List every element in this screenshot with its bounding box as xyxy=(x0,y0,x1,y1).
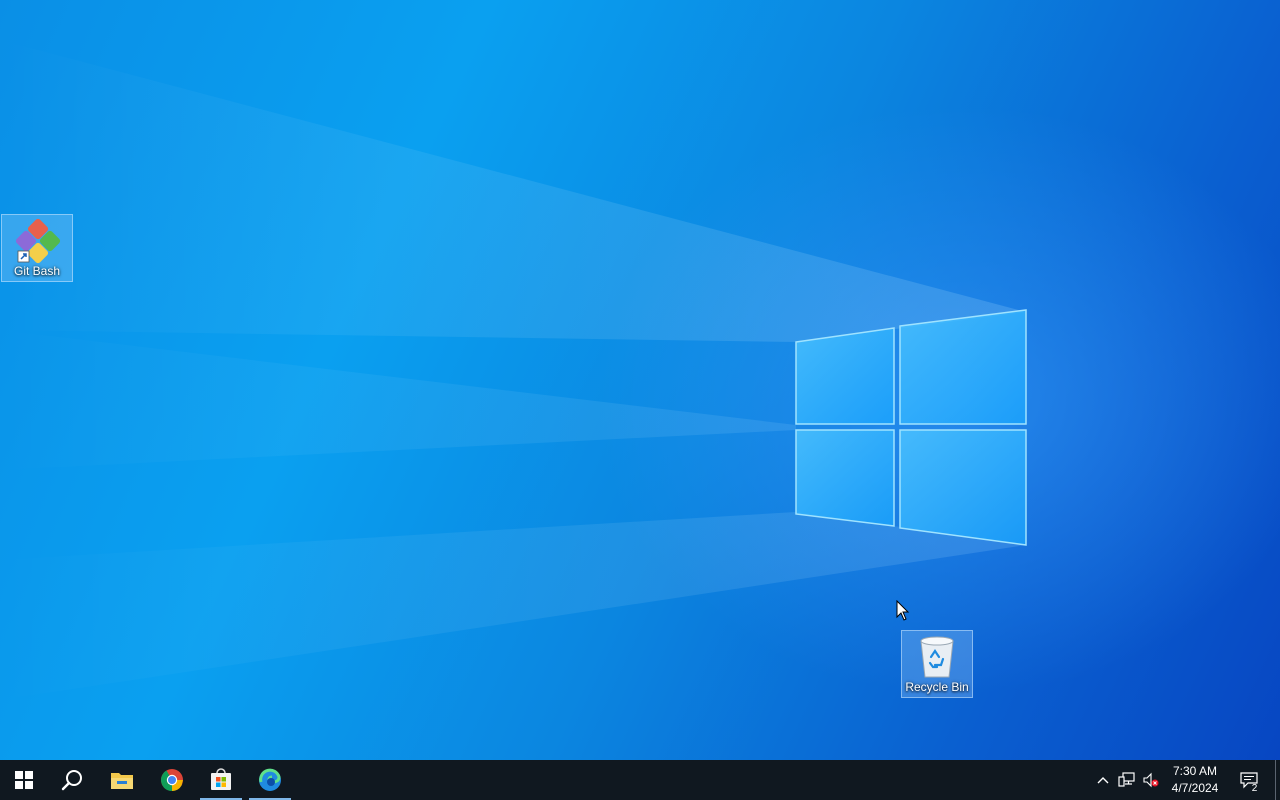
volume-button[interactable] xyxy=(1140,760,1162,800)
taskbar: 7:30 AM 4/7/2024 2 xyxy=(0,760,1280,800)
start-button[interactable] xyxy=(0,760,48,800)
search-icon xyxy=(61,770,82,791)
show-hidden-icons-button[interactable] xyxy=(1092,760,1114,800)
notification-count-badge: 2 xyxy=(1251,783,1258,794)
store-icon xyxy=(211,768,231,790)
taskbar-app-chrome[interactable] xyxy=(148,760,196,800)
desktop-icon-recycle-bin[interactable]: Recycle Bin xyxy=(901,630,973,698)
taskbar-app-file-explorer[interactable] xyxy=(98,760,146,800)
desktop-wallpaper: Git Bash Recycle Bin xyxy=(0,0,1280,760)
clock-date: 4/7/2024 xyxy=(1171,781,1219,795)
network-icon xyxy=(1118,772,1135,787)
edge-icon xyxy=(259,768,281,791)
show-desktop-button[interactable] xyxy=(1275,760,1276,800)
taskbar-app-edge[interactable] xyxy=(246,760,294,800)
git-bash-icon xyxy=(15,218,61,264)
chevron-up-icon xyxy=(1097,777,1109,784)
desktop-icon-git-bash[interactable]: Git Bash xyxy=(1,214,73,282)
clock-time: 7:30 AM xyxy=(1172,764,1218,778)
file-explorer-icon xyxy=(111,773,133,789)
windows-start-icon xyxy=(15,771,33,789)
taskbar-app-store[interactable] xyxy=(197,760,245,800)
desktop-icon-label: Git Bash xyxy=(13,264,61,278)
search-button[interactable] xyxy=(48,760,96,800)
desktop-icon-label: Recycle Bin xyxy=(905,680,969,694)
clock[interactable]: 7:30 AM 4/7/2024 xyxy=(1164,760,1226,800)
network-button[interactable] xyxy=(1116,760,1138,800)
recycle-bin-icon xyxy=(920,636,954,678)
volume-muted-icon xyxy=(1143,772,1159,788)
chrome-icon xyxy=(161,769,183,791)
windows-logo-wallpaper xyxy=(0,40,1027,700)
mouse-cursor-icon xyxy=(896,600,910,621)
